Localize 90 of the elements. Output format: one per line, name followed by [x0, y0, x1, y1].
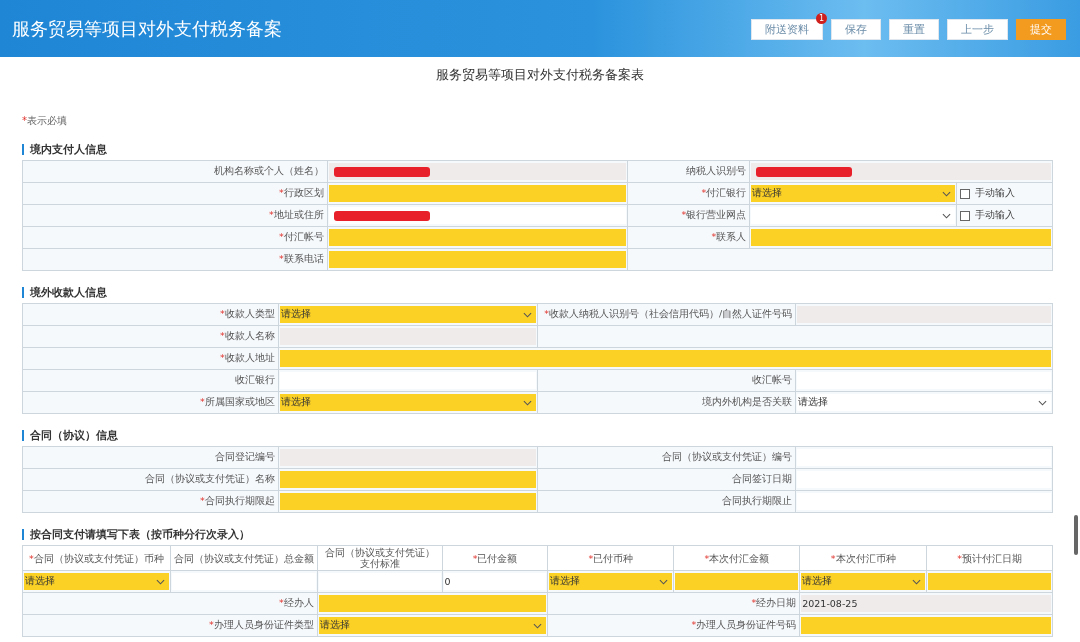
field-label: 收汇银行 — [22, 369, 279, 392]
input-field[interactable] — [279, 350, 1051, 367]
dropdown[interactable]: 请选择 — [797, 394, 1051, 411]
field-label: *经办人 — [22, 592, 318, 615]
field-label: *收款人类型 — [22, 303, 279, 326]
chevron-down-icon — [523, 399, 533, 406]
scrollbar-thumb[interactable] — [1074, 515, 1078, 555]
toolbar-button[interactable]: 上一步 — [947, 18, 1008, 40]
input-field[interactable] — [797, 449, 1051, 466]
field-label: *行政区划 — [22, 182, 328, 205]
field-label: 机构名称或个人（姓名） — [22, 160, 328, 183]
toolbar-button[interactable]: 重置 — [889, 18, 939, 40]
input-field[interactable] — [797, 306, 1051, 323]
input-field[interactable] — [751, 229, 1051, 246]
column-header: *预计付汇日期 — [926, 545, 1053, 571]
field-label: *付汇帐号 — [22, 226, 328, 249]
chevron-down-icon — [942, 190, 952, 197]
dropdown[interactable]: 请选择 — [24, 573, 169, 590]
checkbox[interactable] — [960, 188, 971, 199]
input-field[interactable]: 2021-08-25 — [801, 595, 1051, 612]
dropdown[interactable]: 请选择 — [549, 573, 673, 590]
input-field[interactable] — [797, 471, 1051, 488]
dropdown[interactable]: 请选择 — [279, 394, 537, 411]
input-field[interactable] — [318, 595, 547, 612]
input-field[interactable] — [279, 471, 537, 488]
input-field[interactable] — [797, 372, 1051, 389]
column-header: *本次付汇币种 — [799, 545, 927, 571]
column-header: *合同（协议或支付凭证）币种 — [22, 545, 171, 571]
chevron-down-icon — [912, 578, 922, 585]
dropdown[interactable]: 请选择 — [751, 185, 956, 202]
field-label: *收款人地址 — [22, 347, 279, 370]
field-label: 合同登记编号 — [22, 446, 279, 469]
input-field[interactable] — [801, 617, 1051, 634]
input-field[interactable] — [328, 185, 627, 202]
field-label: *办理人员身份证件类型 — [22, 614, 318, 637]
toolbar-button[interactable]: 保存 — [831, 18, 881, 40]
chevron-down-icon — [659, 578, 669, 585]
input-field[interactable] — [928, 573, 1051, 590]
column-header: 合同（协议或支付凭证）总金额 — [170, 545, 318, 571]
section-title: 合同（协议）信息 — [22, 430, 1080, 441]
section-title: 境外收款人信息 — [22, 287, 1080, 298]
column-header: *已付金额 — [442, 545, 548, 571]
field-label: *收款人纳税人识别号（社会信用代码）/自然人证件号码 — [538, 303, 796, 326]
input-field[interactable] — [328, 207, 627, 224]
page-title: 服务贸易等项目对外支付税务备案 — [12, 16, 282, 41]
input-field[interactable] — [318, 573, 441, 590]
field-label: 合同（协议或支付凭证）名称 — [22, 468, 279, 491]
input-field[interactable] — [328, 163, 627, 180]
field-label: *经办日期 — [547, 592, 800, 615]
field-label: 纳税人识别号 — [627, 160, 750, 183]
field-label: *收款人名称 — [22, 325, 279, 348]
input-field[interactable] — [751, 163, 1051, 180]
form-title: 服务贸易等项目对外支付税务备案表 — [435, 66, 645, 84]
input-field[interactable] — [328, 229, 627, 246]
dropdown[interactable]: 请选择 — [279, 306, 537, 323]
input-field[interactable] — [171, 573, 316, 590]
column-header: *本次付汇金额 — [673, 545, 800, 571]
checkbox-label: 手动输入 — [975, 187, 1016, 198]
required-note: *表示必填 — [22, 114, 68, 128]
input-field[interactable]: 0 — [443, 573, 547, 590]
input-field[interactable] — [675, 573, 799, 590]
checkbox-label: 手动输入 — [975, 209, 1016, 220]
field-label: 境内外机构是否关联 — [538, 391, 796, 414]
field-label: *联系电话 — [22, 248, 328, 271]
section-title: 境内支付人信息 — [22, 144, 1080, 155]
field-label: *地址或住所 — [22, 204, 328, 227]
field-label: *办理人员身份证件号码 — [547, 614, 800, 637]
chevron-down-icon — [533, 622, 543, 629]
input-field[interactable] — [279, 493, 537, 510]
field-label: *所属国家或地区 — [22, 391, 279, 414]
chevron-down-icon — [942, 212, 952, 219]
chevron-down-icon — [1038, 399, 1047, 406]
count-badge: 1 — [816, 12, 827, 24]
column-header: *已付币种 — [547, 545, 674, 571]
column-header: 合同（协议或支付凭证）支付标准 — [317, 545, 443, 571]
input-field[interactable] — [279, 328, 537, 345]
chevron-down-icon — [155, 578, 165, 585]
dropdown[interactable]: 请选择 — [318, 617, 547, 634]
input-field[interactable] — [279, 449, 537, 466]
input-field[interactable] — [279, 372, 537, 389]
chevron-down-icon — [523, 311, 533, 318]
input-field[interactable] — [797, 493, 1051, 510]
field-label: 合同执行期限止 — [538, 490, 796, 513]
input-field[interactable] — [328, 251, 627, 268]
dropdown[interactable]: 请选择 — [801, 573, 926, 590]
field-label: 合同（协议或支付凭证）编号 — [538, 446, 796, 469]
field-label: 合同签订日期 — [538, 468, 796, 491]
field-label: 收汇帐号 — [538, 369, 796, 392]
field-label: *合同执行期限起 — [22, 490, 279, 513]
checkbox[interactable] — [960, 210, 971, 221]
